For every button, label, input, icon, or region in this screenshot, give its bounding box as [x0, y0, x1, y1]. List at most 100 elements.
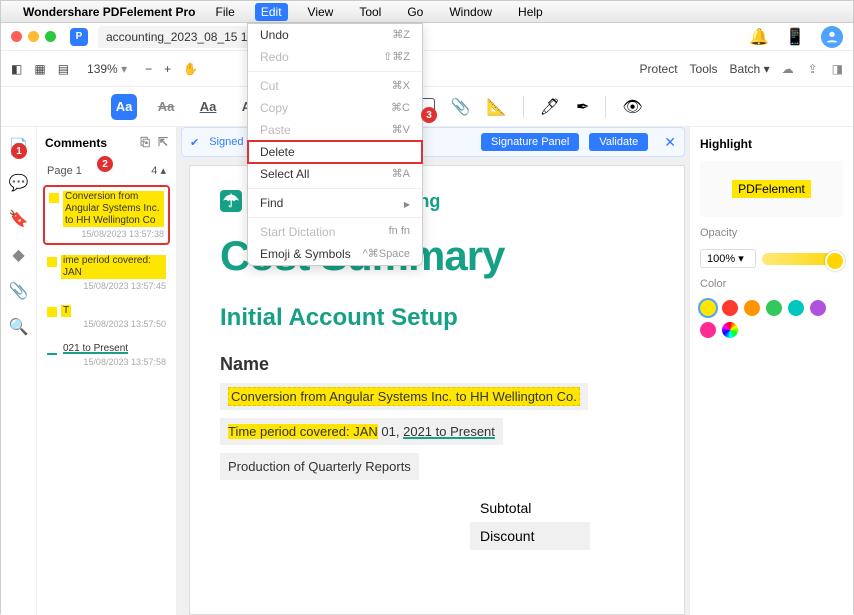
opacity-dropdown[interactable]: 100% ▾	[700, 249, 756, 268]
brand-logo-icon: ☂	[220, 190, 242, 212]
underlined-text: 2021 to Present	[403, 424, 495, 439]
comment-item[interactable]: Conversion from Angular Systems Inc. to …	[43, 185, 170, 245]
stamp-icon[interactable]: 🖊	[540, 97, 560, 117]
thumbnails-icon[interactable]: ▦	[34, 62, 45, 76]
primary-toolbar: ◧ ▦ ▤ 139% − + ✋ Protect Tools Batch ▾ ☁…	[1, 51, 853, 87]
app-name: Wondershare PDFelement Pro	[23, 5, 196, 19]
left-rail: 📄 💬 🔖 ◆ 📎 🔍	[1, 127, 37, 615]
mi-select-all[interactable]: Select All⌘A	[248, 163, 422, 185]
zoom-dropdown[interactable]: 139%	[81, 59, 133, 79]
comments-icon[interactable]: 💬	[9, 173, 29, 193]
panel-icon[interactable]: ◨	[832, 62, 843, 76]
filter-icon[interactable]: ⎘	[140, 135, 150, 150]
menu-edit[interactable]: Edit	[255, 3, 288, 21]
tools-menu[interactable]: Tools	[690, 62, 718, 76]
tab-title: accounting_2023_08_15 1...	[106, 30, 257, 44]
color-swatch[interactable]	[700, 322, 716, 338]
bookmark-icon[interactable]: 🔖	[9, 209, 29, 229]
mi-redo: Redo⇧⌘Z	[248, 46, 422, 68]
mi-cut: Cut⌘X	[248, 75, 422, 97]
clip-icon[interactable]: 📎	[9, 281, 29, 301]
export-icon[interactable]: ⇱	[158, 135, 168, 150]
minimize-window-icon[interactable]	[28, 31, 39, 42]
traffic-lights	[11, 31, 56, 42]
menu-go[interactable]: Go	[401, 3, 429, 21]
callout-2: 2	[97, 156, 113, 172]
mi-find[interactable]: Find	[248, 192, 422, 214]
properties-panel: Highlight PDFelement Opacity 100% ▾ Colo…	[689, 127, 853, 615]
share-icon[interactable]: ⇪	[808, 62, 818, 76]
sidebar-toggle-icon[interactable]: ◧	[11, 62, 22, 76]
batch-menu[interactable]: Batch ▾	[730, 62, 770, 76]
close-window-icon[interactable]	[11, 31, 22, 42]
edit-dropdown: Undo⌘Z Redo⇧⌘Z Cut⌘X Copy⌘C Paste⌘V Dele…	[247, 23, 423, 266]
subtotal-label: Subtotal	[470, 494, 590, 522]
grid-icon[interactable]: ▤	[58, 62, 69, 76]
comment-item[interactable]: ime period covered: JAN 15/08/2023 13:57…	[43, 251, 170, 295]
eye-icon[interactable]: 👁	[622, 97, 642, 117]
opacity-slider[interactable]	[762, 253, 843, 265]
highlight-swatch-icon	[49, 193, 59, 203]
divider	[523, 96, 524, 118]
menu-tool[interactable]: Tool	[353, 3, 387, 21]
highlighted-text: Conversion from Angular Systems Inc. to …	[228, 387, 580, 406]
signature-icon[interactable]: ✒	[576, 97, 589, 117]
comment-timestamp: 15/08/2023 13:57:38	[49, 229, 164, 239]
zoom-out-icon[interactable]: −	[145, 62, 152, 76]
protect-menu[interactable]: Protect	[640, 62, 678, 76]
color-swatch[interactable]	[700, 300, 716, 316]
line-item[interactable]: Time period covered: JAN 01, 2021 to Pre…	[220, 418, 503, 445]
menu-view[interactable]: View	[302, 3, 340, 21]
comments-header: Comments ⎘ ⇱	[43, 133, 170, 156]
color-wheel-icon[interactable]	[722, 322, 738, 338]
underline-swatch-icon	[47, 345, 57, 355]
comment-item[interactable]: T 15/08/2023 13:57:50	[43, 301, 170, 333]
menu-window[interactable]: Window	[443, 3, 498, 21]
comment-count: 4	[151, 165, 157, 177]
underline-tool-icon[interactable]: Aa	[195, 94, 221, 120]
signature-panel-button[interactable]: Signature Panel	[481, 133, 579, 151]
color-swatch[interactable]	[766, 300, 782, 316]
panel-title: Highlight	[700, 137, 843, 151]
callout-3: 3	[421, 107, 437, 123]
mi-emoji[interactable]: Emoji & Symbols^⌘Space	[248, 243, 422, 265]
doc-h2: Initial Account Setup	[220, 304, 654, 332]
check-icon: ✔	[190, 136, 199, 149]
zoom-in-icon[interactable]: +	[164, 62, 171, 76]
color-swatch[interactable]	[722, 300, 738, 316]
zoom-window-icon[interactable]	[45, 31, 56, 42]
phone-icon[interactable]: 📱	[785, 27, 805, 47]
color-swatch[interactable]	[744, 300, 760, 316]
line-item[interactable]: Production of Quarterly Reports	[220, 453, 419, 480]
callout-1: 1	[11, 143, 27, 159]
hand-icon[interactable]: ✋	[183, 62, 198, 76]
close-bar-icon[interactable]: ✕	[664, 134, 676, 151]
mi-dictation: Start Dictationfn fn	[248, 221, 422, 243]
color-label: Color	[700, 278, 843, 290]
validate-button[interactable]: Validate	[589, 133, 648, 151]
highlight-swatch-icon	[47, 307, 57, 317]
avatar-icon[interactable]	[821, 26, 843, 48]
bell-icon[interactable]: 🔔	[749, 27, 769, 47]
color-picker	[700, 300, 843, 338]
measure-icon[interactable]: 📐	[487, 97, 507, 117]
strikethrough-tool-icon[interactable]: Aa	[153, 94, 179, 120]
highlighted-text: Time period covered: JAN	[228, 424, 378, 439]
comment-timestamp: 15/08/2023 13:57:58	[47, 357, 166, 367]
highlight-tool-icon[interactable]: Aa	[111, 94, 137, 120]
menu-help[interactable]: Help	[512, 3, 549, 21]
preview-text: PDFelement	[732, 180, 811, 198]
page-label: Page 1	[47, 165, 82, 177]
mi-delete[interactable]: Delete	[248, 141, 422, 163]
comment-text: 021 to Present	[61, 343, 130, 355]
color-swatch[interactable]	[788, 300, 804, 316]
menu-file[interactable]: File	[210, 3, 241, 21]
search-icon[interactable]: 🔍	[9, 317, 29, 337]
attachment-icon[interactable]: 📎	[451, 97, 471, 117]
line-item[interactable]: Conversion from Angular Systems Inc. to …	[220, 383, 588, 410]
color-swatch[interactable]	[810, 300, 826, 316]
cloud-icon[interactable]: ☁	[782, 62, 794, 76]
layers-icon[interactable]: ◆	[12, 245, 24, 265]
comment-item[interactable]: 021 to Present 15/08/2023 13:57:58	[43, 339, 170, 371]
mi-undo[interactable]: Undo⌘Z	[248, 24, 422, 46]
